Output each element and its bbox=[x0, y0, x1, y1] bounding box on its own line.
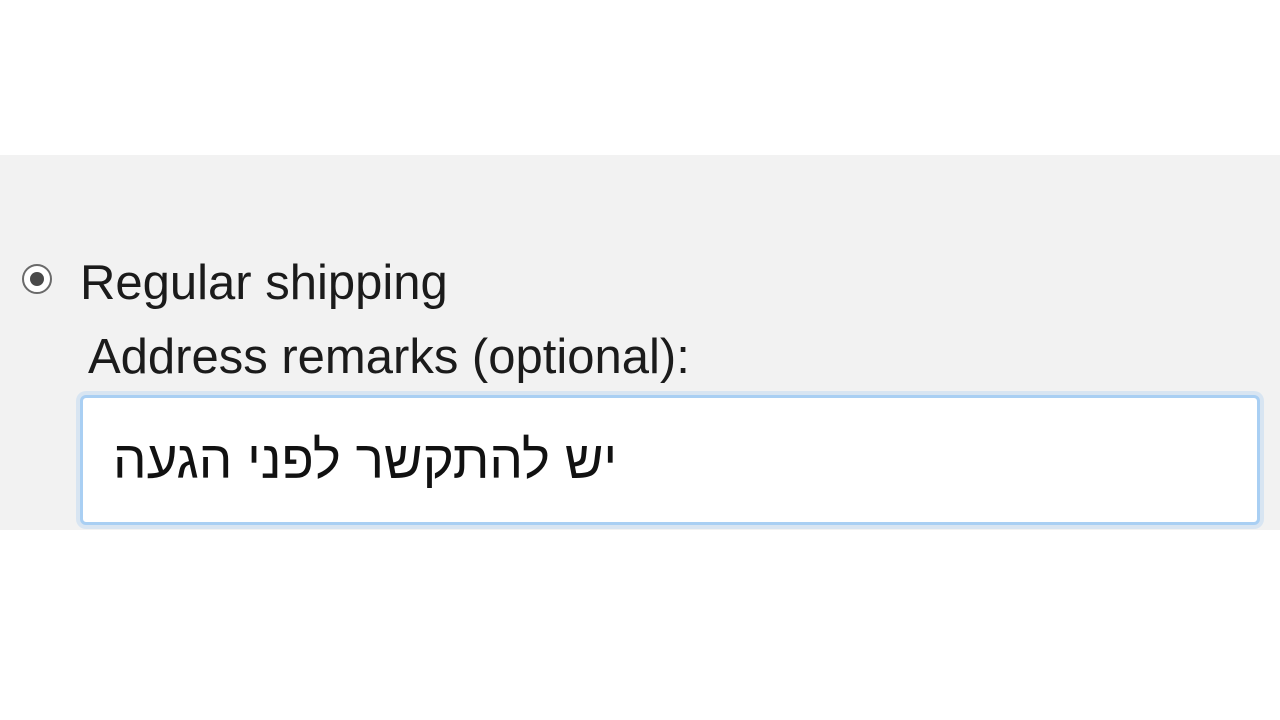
form-section: Regular shipping Address remarks (option… bbox=[0, 155, 1280, 530]
address-remarks-label: Address remarks (optional): bbox=[88, 329, 1280, 385]
shipping-option-label: Regular shipping bbox=[80, 255, 448, 311]
address-remarks-input[interactable] bbox=[87, 402, 1253, 518]
shipping-radio-row[interactable]: Regular shipping bbox=[22, 255, 1280, 311]
radio-dot-icon bbox=[30, 272, 44, 286]
radio-selected-icon[interactable] bbox=[22, 264, 52, 294]
address-remarks-input-wrap[interactable] bbox=[80, 395, 1260, 525]
